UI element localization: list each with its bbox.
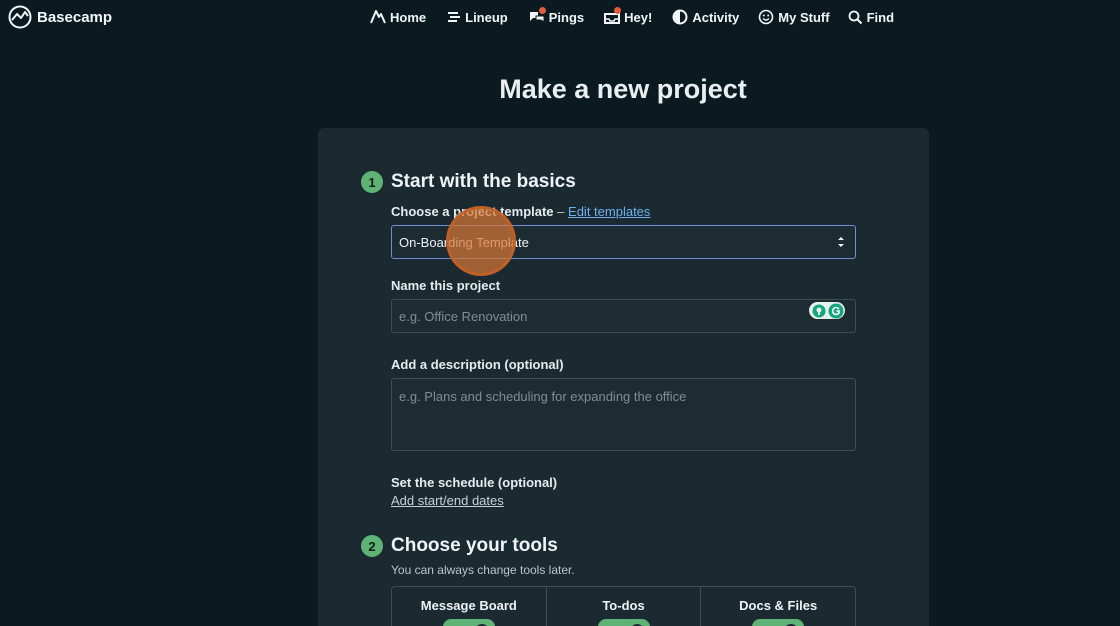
nav-hey[interactable]: Hey!	[604, 6, 652, 28]
step-1-heading: Start with the basics	[391, 171, 576, 192]
description-label: Add a description (optional)	[391, 357, 564, 372]
todos-toggle[interactable]	[597, 619, 650, 626]
template-label: Choose a project template	[391, 204, 554, 219]
lightbulb-icon	[812, 304, 826, 317]
nav-find[interactable]: Find	[848, 6, 894, 28]
add-dates-link[interactable]: Add start/end dates	[391, 493, 504, 508]
nav-my-stuff-label: My Stuff	[778, 9, 830, 25]
message-board-toggle[interactable]	[442, 619, 495, 626]
nav-pings-label: Pings	[548, 9, 585, 25]
toggle-knob	[471, 621, 492, 626]
lineup-icon	[448, 12, 461, 22]
pings-notification-dot	[538, 7, 546, 14]
schedule-link-row: Add start/end dates	[391, 493, 504, 508]
project-name-input[interactable]	[391, 299, 856, 333]
edit-templates-link[interactable]: Edit templates	[568, 204, 650, 219]
tool-message-board: Message Board	[392, 587, 546, 626]
docs-files-toggle[interactable]	[752, 619, 805, 626]
tool-todos: To-dos	[545, 587, 701, 626]
name-label: Name this project	[391, 278, 501, 293]
nav-find-label: Find	[866, 9, 895, 25]
toggle-knob	[626, 621, 647, 626]
top-nav: Home Lineup Pings Hey! Activity My Stuff…	[370, 6, 894, 28]
template-select-value: On-Boarding Template	[399, 234, 529, 250]
template-label-row: Choose a project template – Edit templat…	[391, 204, 650, 219]
nav-my-stuff[interactable]: My Stuff	[758, 6, 830, 28]
app-name: Basecamp	[37, 8, 113, 26]
nav-lineup[interactable]: Lineup	[447, 6, 508, 28]
search-icon	[848, 10, 862, 24]
tools-grid: Message Board To-dos Docs & Files	[391, 586, 856, 626]
project-description-textarea[interactable]	[391, 378, 856, 451]
tools-subtext: You can always change tools later.	[391, 563, 575, 577]
nav-home-label: Home	[390, 9, 427, 25]
page-title: Make a new project	[499, 74, 747, 104]
select-arrows-icon	[838, 237, 844, 247]
grammarly-icon	[828, 303, 844, 318]
step-2-heading: Choose your tools	[391, 535, 558, 556]
nav-activity[interactable]: Activity	[672, 6, 739, 28]
nav-hey-label: Hey!	[624, 9, 653, 25]
tool-docs-files: Docs & Files	[700, 587, 855, 626]
nav-lineup-label: Lineup	[465, 9, 508, 25]
template-select[interactable]: On-Boarding Template	[391, 225, 856, 259]
grammarly-widget[interactable]	[809, 302, 845, 319]
nav-activity-label: Activity	[692, 9, 740, 25]
tool-todos-label: To-dos	[602, 598, 645, 613]
home-icon	[370, 10, 386, 24]
basecamp-mountain-icon	[8, 5, 32, 29]
tool-message-board-label: Message Board	[420, 598, 517, 613]
basecamp-logo[interactable]: Basecamp	[8, 5, 112, 29]
tool-docs-files-label: Docs & Files	[739, 598, 818, 613]
step-1-badge: 1	[361, 171, 383, 193]
schedule-label: Set the schedule (optional)	[391, 475, 558, 490]
nav-pings[interactable]: Pings	[529, 6, 584, 28]
template-separator: –	[557, 204, 565, 219]
activity-icon	[672, 9, 688, 25]
toggle-knob	[781, 621, 802, 626]
nav-home[interactable]: Home	[370, 6, 426, 28]
step-2-badge: 2	[361, 535, 383, 557]
smiley-icon	[758, 9, 774, 25]
